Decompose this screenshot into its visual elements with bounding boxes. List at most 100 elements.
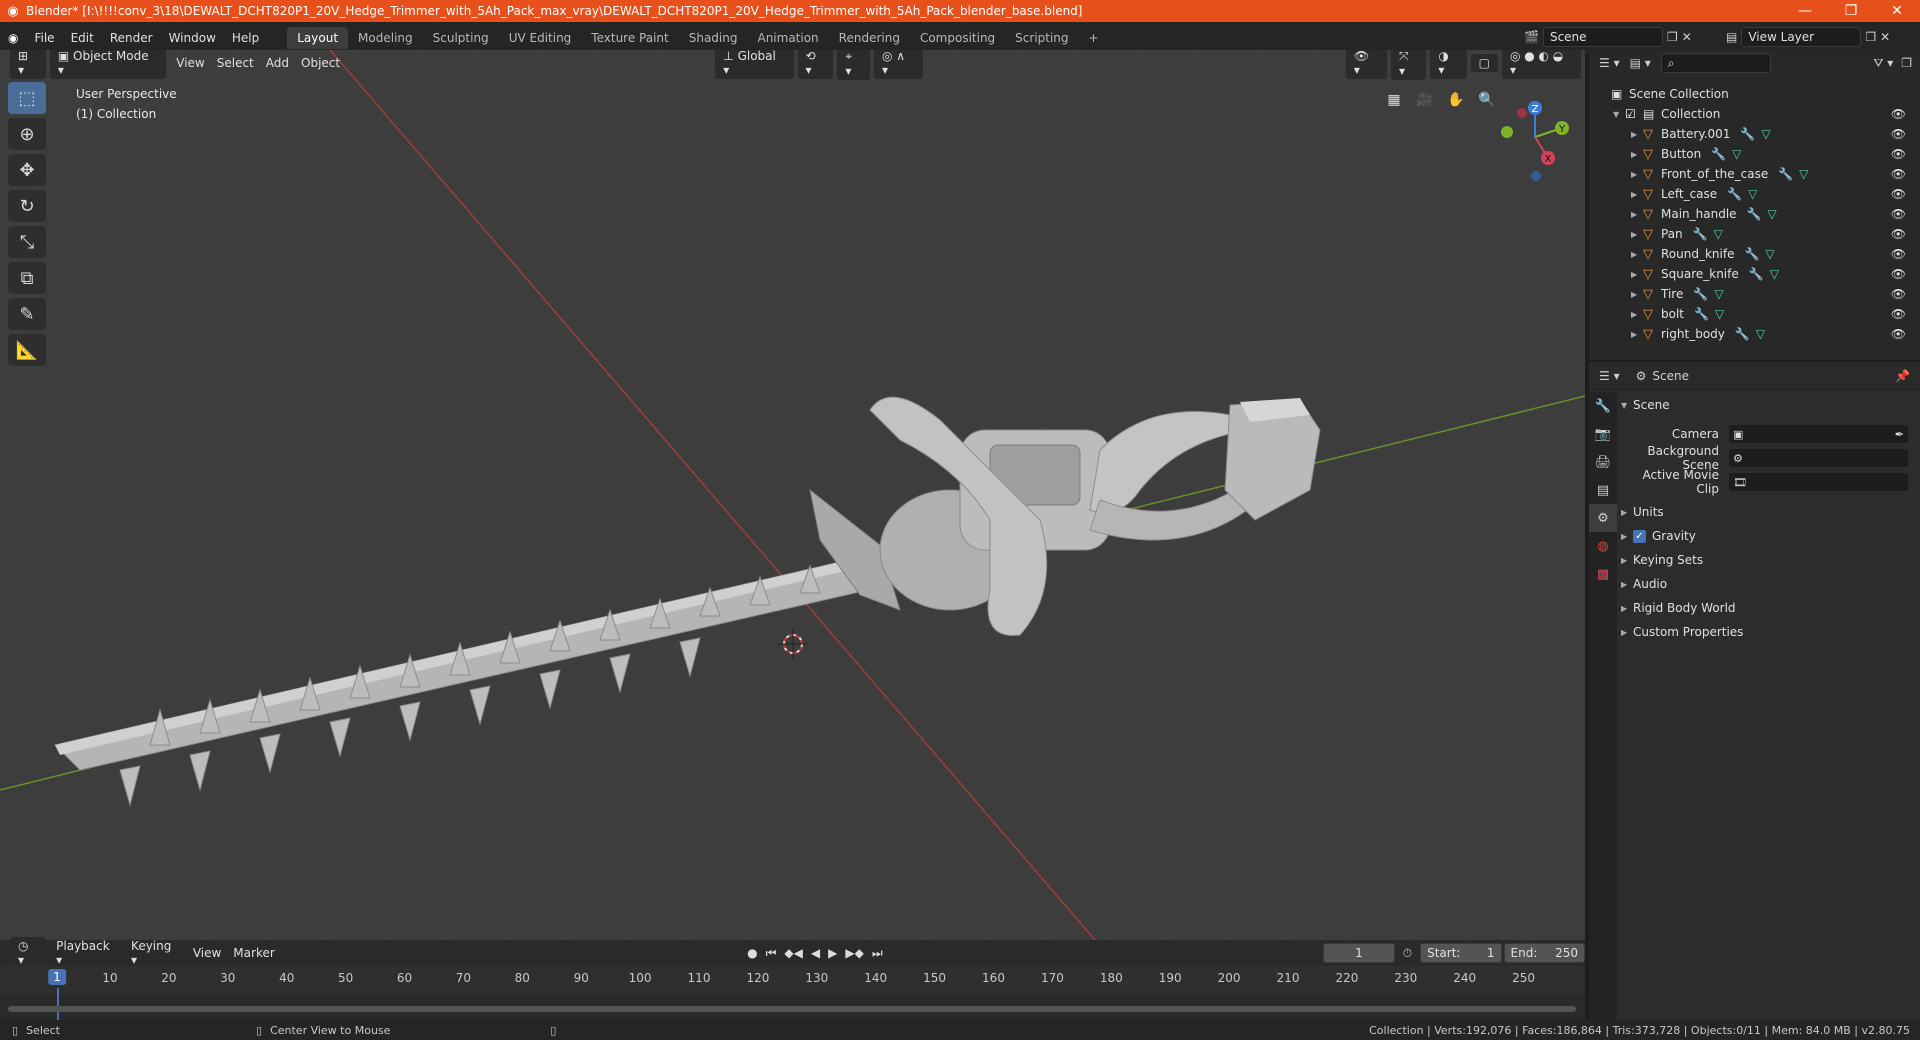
- mesh-data-icon[interactable]: ▽: [1714, 287, 1723, 301]
- camera-field[interactable]: ▣ ✒: [1729, 425, 1908, 443]
- tab-rendering[interactable]: Rendering: [829, 27, 910, 49]
- view-layer-field[interactable]: View Layer: [1741, 27, 1862, 47]
- gizmo-toggle-icon[interactable]: ⤧ ▾: [1390, 50, 1427, 80]
- modifier-wrench-icon[interactable]: 🔧: [1747, 207, 1762, 221]
- add-workspace-icon[interactable]: +: [1079, 27, 1109, 49]
- record-icon[interactable]: ●: [747, 946, 757, 960]
- move-tool-icon[interactable]: ✥: [8, 154, 46, 186]
- modifier-wrench-icon[interactable]: 🔧: [1711, 147, 1726, 161]
- modifier-wrench-icon[interactable]: 🔧: [1778, 167, 1793, 181]
- object-visibility-icon[interactable]: 👁: [1891, 167, 1906, 181]
- outliner-object-row[interactable]: ▶ ▽ Front_of_the_case 🔧 ▽ 👁: [1589, 164, 1920, 184]
- tab-shading[interactable]: Shading: [679, 27, 748, 49]
- mesh-data-icon[interactable]: ▽: [1770, 267, 1779, 281]
- gravity-panel[interactable]: ▶ ✓ Gravity: [1621, 524, 1916, 548]
- proportional-edit-icon[interactable]: ◎ ∧ ▾: [873, 50, 923, 79]
- xray-toggle-icon[interactable]: ▢: [1470, 54, 1498, 72]
- texture-tab-icon[interactable]: ▩: [1589, 560, 1617, 588]
- pan-hand-icon[interactable]: ✋: [1442, 86, 1470, 114]
- timeline-menu-view[interactable]: View: [187, 946, 227, 960]
- audio-panel[interactable]: ▶ Audio: [1621, 572, 1916, 596]
- object-expand-icon[interactable]: ▶: [1631, 290, 1643, 299]
- scene-tab-active-icon[interactable]: ⚙: [1589, 504, 1617, 532]
- transform-tool-icon[interactable]: ⧉: [8, 262, 46, 294]
- filter-icon[interactable]: ⛛ ▾: [1873, 56, 1893, 71]
- mesh-data-icon[interactable]: ▽: [1732, 147, 1741, 161]
- view-layer-tab-icon[interactable]: ▤: [1589, 476, 1617, 504]
- visibility-icon[interactable]: 👁 ▾: [1345, 50, 1387, 79]
- modifier-wrench-icon[interactable]: 🔧: [1727, 187, 1742, 201]
- timeline-menu-playback[interactable]: Playback ▾: [50, 939, 125, 967]
- outliner-editor-type-icon[interactable]: ☰ ▾: [1599, 56, 1620, 70]
- outliner-object-row[interactable]: ▶ ▽ Pan 🔧 ▽ 👁: [1589, 224, 1920, 244]
- tab-texture-paint[interactable]: Texture Paint: [581, 27, 678, 49]
- properties-editor-type-icon[interactable]: ☰ ▾: [1599, 369, 1620, 383]
- modifier-wrench-icon[interactable]: 🔧: [1693, 287, 1708, 301]
- modifier-wrench-icon[interactable]: 🔧: [1735, 327, 1750, 341]
- object-expand-icon[interactable]: ▶: [1631, 330, 1643, 339]
- tab-modeling[interactable]: Modeling: [348, 27, 423, 49]
- units-panel[interactable]: ▶ Units: [1621, 500, 1916, 524]
- close-button[interactable]: ✕: [1874, 3, 1920, 19]
- outliner-object-row[interactable]: ▶ ▽ bolt 🔧 ▽ 👁: [1589, 304, 1920, 324]
- object-visibility-icon[interactable]: 👁: [1891, 267, 1906, 281]
- scene-field[interactable]: Scene: [1542, 27, 1663, 47]
- object-visibility-icon[interactable]: 👁: [1891, 287, 1906, 301]
- object-expand-icon[interactable]: ▶: [1631, 170, 1643, 179]
- measure-tool-icon[interactable]: 📐: [8, 334, 46, 366]
- tab-layout[interactable]: Layout: [287, 27, 349, 49]
- tab-sculpting[interactable]: Sculpting: [423, 27, 499, 49]
- modifier-wrench-icon[interactable]: 🔧: [1694, 307, 1709, 321]
- tab-scripting[interactable]: Scripting: [1005, 27, 1078, 49]
- timeline-menu-keying[interactable]: Keying ▾: [125, 939, 187, 967]
- timeline-editor-type-icon[interactable]: ◷ ▾: [10, 937, 47, 969]
- mesh-data-icon[interactable]: ▽: [1756, 327, 1765, 341]
- scale-tool-icon[interactable]: ⤡: [8, 226, 46, 258]
- object-expand-icon[interactable]: ▶: [1631, 270, 1643, 279]
- select-box-tool-icon[interactable]: ⬚: [8, 82, 46, 114]
- modifier-wrench-icon[interactable]: 🔧: [1744, 247, 1759, 261]
- transform-orientation-dropdown[interactable]: ⊥ Global ▾: [715, 50, 794, 79]
- viewport-menu-select[interactable]: Select: [211, 56, 260, 70]
- outliner-scene-collection[interactable]: ▣ Scene Collection: [1589, 84, 1920, 104]
- object-expand-icon[interactable]: ▶: [1631, 210, 1643, 219]
- 3d-viewport[interactable]: Z Y X ⊞ ▾ ▣ Object Mode ▾ View Select Ad…: [0, 50, 1585, 940]
- camera-view-icon[interactable]: 🎥: [1411, 86, 1439, 114]
- collection-checkbox[interactable]: ☑: [1625, 107, 1643, 121]
- toggle-grid-view-icon[interactable]: ▦: [1380, 86, 1408, 114]
- editor-type-icon[interactable]: ⊞ ▾: [10, 50, 46, 79]
- mesh-data-icon[interactable]: ▽: [1715, 307, 1724, 321]
- jump-keyframe-forward-icon[interactable]: ▶◆: [845, 946, 863, 960]
- object-expand-icon[interactable]: ▶: [1631, 190, 1643, 199]
- outliner-search-input[interactable]: ⌕: [1660, 53, 1771, 73]
- menu-help[interactable]: Help: [224, 31, 267, 45]
- object-expand-icon[interactable]: ▶: [1631, 250, 1643, 259]
- timeline-frame-ruler[interactable]: 1 10 20 30 40 50 60 70 80 90 100 110 120 130 140 150 160…: [0, 966, 1585, 1028]
- scene-panel-header[interactable]: ▼ Scene: [1621, 394, 1916, 416]
- eyedropper-icon[interactable]: ✒: [1895, 428, 1904, 441]
- output-tab-icon[interactable]: 🖨: [1589, 448, 1617, 476]
- object-expand-icon[interactable]: ▶: [1631, 230, 1643, 239]
- viewport-menu-view[interactable]: View: [170, 56, 210, 70]
- mesh-data-icon[interactable]: ▽: [1761, 127, 1770, 141]
- maximize-button[interactable]: ❐: [1828, 3, 1874, 19]
- object-visibility-icon[interactable]: 👁: [1891, 327, 1906, 341]
- modifier-wrench-icon[interactable]: 🔧: [1740, 127, 1755, 141]
- stopwatch-icon[interactable]: ⏱: [1403, 946, 1412, 961]
- object-visibility-icon[interactable]: 👁: [1891, 227, 1906, 241]
- object-visibility-icon[interactable]: 👁: [1891, 127, 1906, 141]
- object-mode-dropdown[interactable]: ▣ Object Mode ▾: [49, 50, 167, 79]
- modifier-wrench-icon[interactable]: 🔧: [1693, 227, 1708, 241]
- new-scene-icon[interactable]: ❐: [1667, 30, 1678, 44]
- outliner-object-row[interactable]: ▶ ▽ right_body 🔧 ▽ 👁: [1589, 324, 1920, 344]
- tool-tab-icon[interactable]: 🔧: [1589, 392, 1617, 420]
- end-frame-field[interactable]: End: 250: [1503, 943, 1586, 963]
- outliner-object-row[interactable]: ▶ ▽ Main_handle 🔧 ▽ 👁: [1589, 204, 1920, 224]
- gravity-checkbox[interactable]: ✓: [1633, 529, 1646, 543]
- rigid-body-world-panel[interactable]: ▶ Rigid Body World: [1621, 596, 1916, 620]
- viewport-menu-object[interactable]: Object: [295, 56, 346, 70]
- shading-modes-icon[interactable]: ◎ ● ◐ ◒ ▾: [1501, 50, 1581, 79]
- background-scene-field[interactable]: ⚙: [1729, 449, 1908, 467]
- jump-end-icon[interactable]: ⏭: [872, 946, 883, 961]
- menu-render[interactable]: Render: [102, 31, 161, 45]
